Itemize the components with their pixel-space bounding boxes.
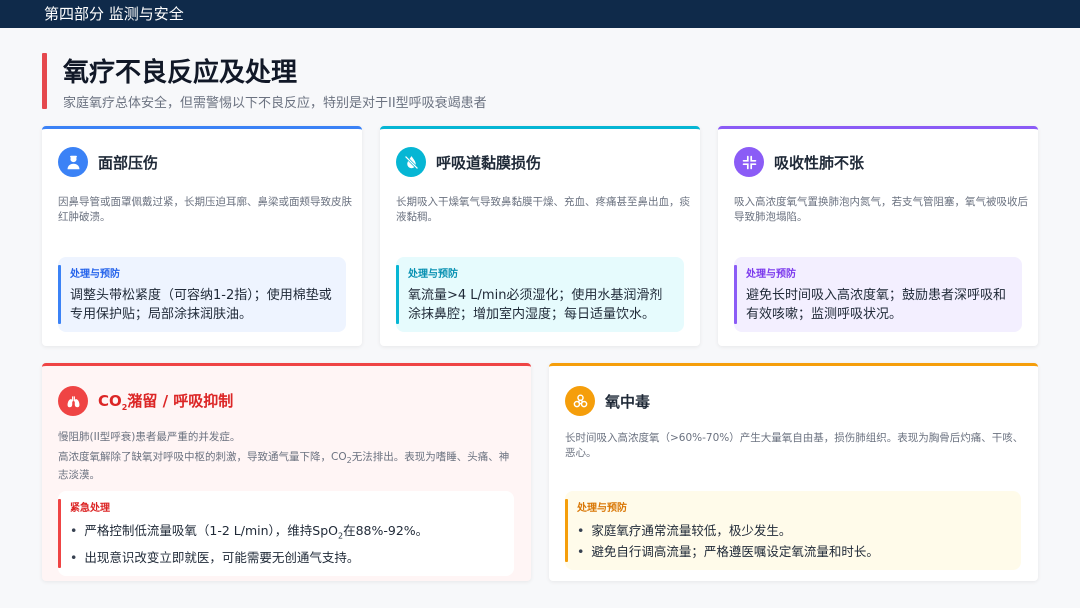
treatment-box: 处理与预防 避免长时间吸入高浓度氧；鼓励患者深呼吸和有效咳嗽；监测呼吸状况。 <box>734 257 1022 332</box>
card-co2-retention: CO2潴留 / 呼吸抑制 慢阻肺(II型呼衰)患者最严重的并发症。 高浓度氧解除… <box>42 363 531 581</box>
box-label: 处理与预防 <box>408 269 458 280</box>
card-title: 面部压伤 <box>98 153 159 172</box>
treatment-box: 处理与预防 家庭氧疗通常流量较低，极少发生。 避免自行调高流量；严格遵医嘱设定氧… <box>565 491 1021 570</box>
box-text: 氧流量>4 L/min必须湿化；使用水基润滑剂涂抹鼻腔；增加室内湿度；每日适量饮… <box>408 288 663 322</box>
card-oxygen-toxicity: 氧中毒 长时间吸入高浓度氧（>60%-70%）产生大量氧自由基，损伤肺组织。表现… <box>549 363 1038 581</box>
user-nurse-icon <box>58 147 88 177</box>
no-water-icon <box>396 147 426 177</box>
compress-icon <box>734 147 764 177</box>
bullet-list: 家庭氧疗通常流量较低，极少发生。 避免自行调高流量；严格遵医嘱设定氧流量和时长。 <box>577 520 1011 562</box>
card-description-2: 高浓度氧解除了缺氧对呼吸中枢的刺激，导致通气量下降，CO2无法排出。表现为嗜睡、… <box>58 451 510 482</box>
card-facial-pressure: 面部压伤 因鼻导管或面罩佩戴过紧，长期压迫耳廓、鼻梁或面颊导致皮肤红肿破溃。 处… <box>42 126 362 346</box>
card-description: 因鼻导管或面罩佩戴过紧，长期压迫耳廓、鼻梁或面颊导致皮肤红肿破溃。 <box>58 196 352 223</box>
lungs-icon <box>58 386 88 416</box>
card-title: CO2潴留 / 呼吸抑制 <box>98 392 234 412</box>
box-label: 紧急处理 <box>70 503 110 514</box>
box-label: 处理与预防 <box>746 269 796 280</box>
card-title: 吸收性肺不张 <box>774 153 865 172</box>
title-accent-bar <box>42 53 47 109</box>
card-title: 氧中毒 <box>605 392 651 411</box>
card-description: 长期吸入干燥氧气导致鼻黏膜干燥、充血、疼痛甚至鼻出血，痰液黏稠。 <box>396 196 690 223</box>
list-item: 家庭氧疗通常流量较低，极少发生。 <box>577 520 1011 541</box>
card-description-1: 慢阻肺(II型呼衰)患者最严重的并发症。 <box>58 431 241 443</box>
card-description: 长时间吸入高浓度氧（>60%-70%）产生大量氧自由基，损伤肺组织。表现为胸骨后… <box>565 432 1024 459</box>
list-item: 严格控制低流量吸氧（1-2 L/min），维持SpO2在88%-92%。 <box>70 520 504 547</box>
section-header: 第四部分 监测与安全 <box>0 0 1080 28</box>
page-title: 氧疗不良反应及处理 <box>63 58 298 88</box>
box-label: 处理与预防 <box>70 269 120 280</box>
card-airway-mucosa: 呼吸道黏膜损伤 长期吸入干燥氧气导致鼻黏膜干燥、充血、疼痛甚至鼻出血，痰液黏稠。… <box>380 126 700 346</box>
card-description: 吸入高浓度氧气置换肺泡内氮气，若支气管阻塞，氧气被吸收后导致肺泡塌陷。 <box>734 196 1028 223</box>
page-subtitle: 家庭氧疗总体安全，但需警惕以下不良反应，特别是对于II型呼吸衰竭患者 <box>63 96 487 111</box>
card-title: 呼吸道黏膜损伤 <box>436 153 542 172</box>
list-item: 避免自行调高流量；严格遵医嘱设定氧流量和时长。 <box>577 541 1011 562</box>
list-item: 出现意识改变立即就医，可能需要无创通气支持。 <box>70 547 504 568</box>
bullet-list: 严格控制低流量吸氧（1-2 L/min），维持SpO2在88%-92%。 出现意… <box>70 520 504 568</box>
emergency-box: 紧急处理 严格控制低流量吸氧（1-2 L/min），维持SpO2在88%-92%… <box>58 491 514 576</box>
card-absorption-atelectasis: 吸收性肺不张 吸入高浓度氧气置换肺泡内氮气，若支气管阻塞，氧气被吸收后导致肺泡塌… <box>718 126 1038 346</box>
biohazard-icon <box>565 386 595 416</box>
box-label: 处理与预防 <box>577 503 627 514</box>
box-text: 避免长时间吸入高浓度氧；鼓励患者深呼吸和有效咳嗽；监测呼吸状况。 <box>746 288 1007 322</box>
treatment-box: 处理与预防 调整头带松紧度（可容纳1-2指）；使用棉垫或专用保护贴；局部涂抹润肤… <box>58 257 346 332</box>
box-text: 调整头带松紧度（可容纳1-2指）；使用棉垫或专用保护贴；局部涂抹润肤油。 <box>70 288 332 322</box>
treatment-box: 处理与预防 氧流量>4 L/min必须湿化；使用水基润滑剂涂抹鼻腔；增加室内湿度… <box>396 257 684 332</box>
